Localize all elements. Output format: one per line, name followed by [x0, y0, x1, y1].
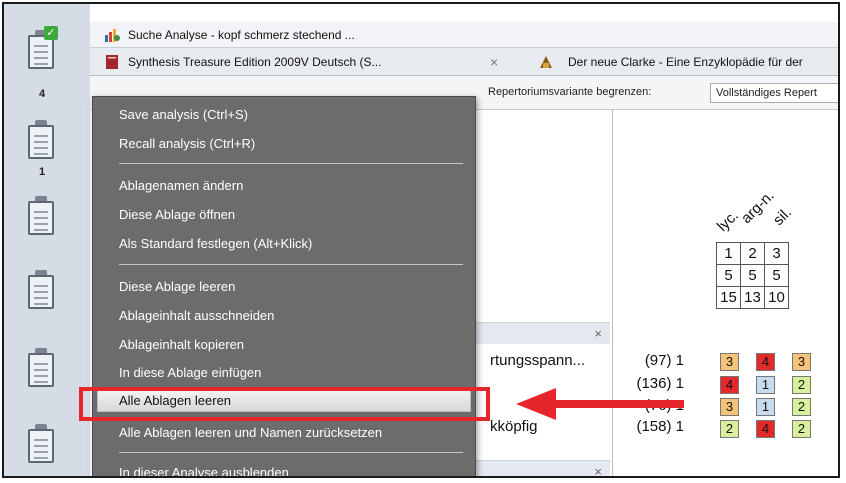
tab-synthesis[interactable]: Synthesis Treasure Edition 2009V Deutsch… — [128, 55, 381, 69]
analysis-tab-title[interactable]: Suche Analyse - kopf schmerz stechend ..… — [128, 28, 355, 42]
close-icon[interactable]: × — [594, 464, 602, 476]
close-icon[interactable]: × — [594, 326, 602, 341]
degree-sum-cell: 10 — [764, 286, 789, 309]
remedy-summary-table: 1 2 3 5 5 5 15 13 10 — [716, 242, 789, 309]
variant-select[interactable]: Vollständiges Repert — [710, 83, 838, 103]
clipboard-6[interactable] — [26, 424, 56, 464]
tab-close-icon[interactable]: × — [490, 54, 498, 70]
panel-divider[interactable] — [612, 110, 613, 476]
clipboard-icon — [28, 429, 54, 463]
table-row: 1 2 3 — [716, 242, 789, 265]
symptom-count-cell: 5 — [716, 264, 741, 287]
clipboard-icon — [28, 353, 54, 387]
clipboard-icon — [28, 275, 54, 309]
menu-item-paste-into[interactable]: In diese Ablage einfügen — [119, 365, 261, 380]
rank-cell: 3 — [764, 242, 789, 265]
rubric-text[interactable]: rtungsspann... — [490, 352, 585, 369]
book-icon — [106, 55, 118, 69]
table-row: 15 13 10 — [716, 286, 789, 309]
menu-item-save-analysis[interactable]: Save analysis (Ctrl+S) — [119, 107, 248, 122]
menu-separator — [119, 452, 463, 453]
analysis-icon — [105, 29, 120, 42]
check-icon: ✓ — [44, 26, 58, 40]
grade-cell[interactable]: 3 — [720, 353, 739, 371]
rubric-count: (97) 1 — [644, 352, 684, 369]
app-window: ✓ 4 1 Suche Analyse - kopf schmerz stech… — [2, 2, 840, 478]
clipboard-1-count: 4 — [38, 88, 46, 100]
table-row: 5 5 5 — [716, 264, 789, 287]
grade-cell[interactable]: 3 — [720, 398, 739, 416]
menu-separator — [119, 163, 463, 164]
grade-cell[interactable]: 4 — [720, 376, 739, 394]
clipboard-4[interactable] — [26, 270, 56, 310]
symptom-count-cell: 5 — [764, 264, 789, 287]
clipboard-2-count: 1 — [38, 166, 46, 178]
degree-sum-cell: 13 — [740, 286, 765, 309]
menu-item-clear-all-reset-names[interactable]: Alle Ablagen leeren und Namen zurücksetz… — [119, 425, 382, 440]
grade-cell[interactable]: 4 — [756, 420, 775, 438]
grade-cell[interactable]: 2 — [792, 376, 811, 394]
grade-cell[interactable]: 3 — [792, 353, 811, 371]
rank-cell: 1 — [716, 242, 741, 265]
document-tab-bar: Synthesis Treasure Edition 2009V Deutsch… — [90, 48, 838, 76]
grade-cell[interactable]: 1 — [756, 398, 775, 416]
menu-item-rename-clipboard[interactable]: Ablagenamen ändern — [119, 178, 243, 193]
clipboard-2[interactable] — [26, 120, 56, 160]
symptom-count-cell: 5 — [740, 264, 765, 287]
clipboard-sidebar: ✓ 4 1 — [4, 4, 90, 476]
menu-item-recall-analysis[interactable]: Recall analysis (Ctrl+R) — [119, 136, 255, 151]
menu-item-copy-contents[interactable]: Ablageinhalt kopieren — [119, 337, 244, 352]
clipboard-1[interactable]: ✓ — [26, 26, 58, 70]
menu-item-open-clipboard[interactable]: Diese Ablage öffnen — [119, 207, 235, 222]
grade-cell[interactable]: 4 — [756, 353, 775, 371]
menu-item-cut-contents[interactable]: Ablageinhalt ausschneiden — [119, 308, 274, 323]
tab-clarke[interactable]: Der neue Clarke - Eine Enzyklopädie für … — [568, 55, 803, 69]
clipboard-icon — [28, 125, 54, 159]
clipboard-5[interactable] — [26, 348, 56, 388]
menu-separator — [119, 264, 463, 265]
red-arrow-icon — [516, 388, 684, 420]
degree-sum-cell: 15 — [716, 286, 741, 309]
menu-item-clear-clipboard[interactable]: Diese Ablage leeren — [119, 279, 235, 294]
clipboard-icon — [28, 201, 54, 235]
clipboard-3[interactable] — [26, 196, 56, 236]
menu-item-set-default[interactable]: Als Standard festlegen (Alt+Klick) — [119, 236, 312, 251]
clipboard-icon — [28, 35, 54, 69]
rank-cell: 2 — [740, 242, 765, 265]
menu-item-hide-in-analysis[interactable]: In dieser Analyse ausblenden — [119, 465, 289, 476]
variant-label: Repertoriumsvariante begrenzen: — [488, 86, 652, 98]
grade-cell[interactable]: 2 — [720, 420, 739, 438]
analysis-tab-bar: Suche Analyse - kopf schmerz stechend ..… — [90, 22, 838, 48]
grade-cell[interactable]: 2 — [792, 398, 811, 416]
grade-cell[interactable]: 2 — [792, 420, 811, 438]
book-icon — [540, 56, 552, 68]
grade-cell[interactable]: 1 — [756, 376, 775, 394]
highlight-box — [79, 387, 490, 421]
